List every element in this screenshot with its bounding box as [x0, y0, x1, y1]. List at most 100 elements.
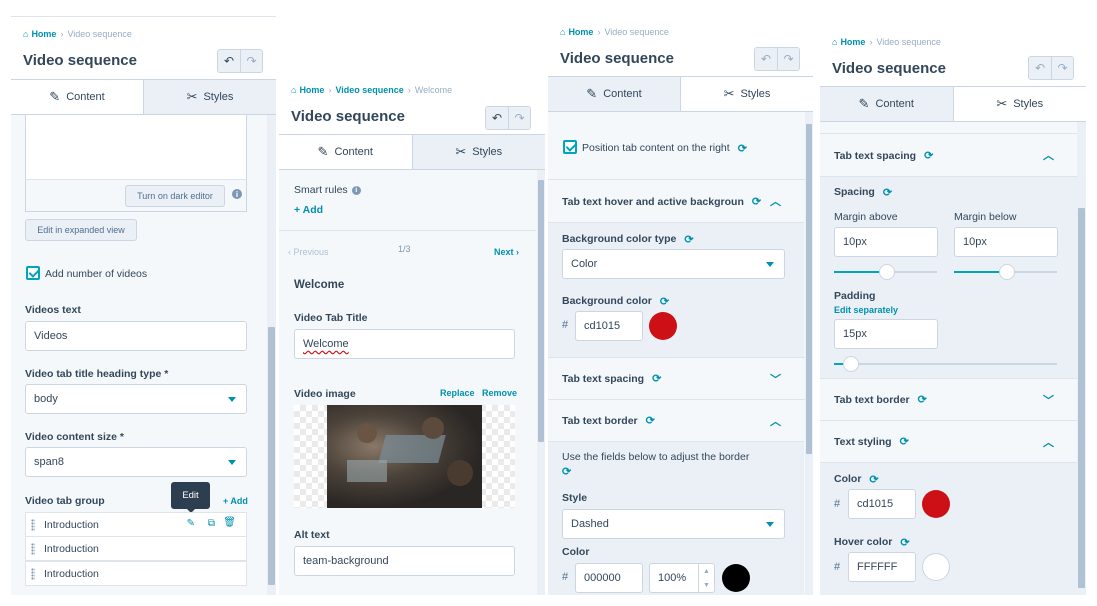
undo-icon[interactable]: ↶: [755, 48, 777, 70]
scrollbar-thumb[interactable]: [538, 180, 544, 442]
slider-handle[interactable]: [879, 264, 895, 280]
undo-icon[interactable]: ↶: [486, 107, 508, 129]
scrollbar[interactable]: [537, 170, 545, 595]
text-color-swatch[interactable]: [922, 490, 950, 518]
sync-icon[interactable]: ⟳: [900, 536, 909, 549]
tab-content[interactable]: ✎ Content: [820, 87, 953, 121]
edit-separately-link[interactable]: Edit separately: [834, 305, 898, 315]
redo-icon[interactable]: ↷: [508, 107, 530, 129]
chevron-up-icon[interactable]: ︿: [770, 413, 781, 429]
next-button[interactable]: Next ›: [494, 247, 519, 257]
sync-icon[interactable]: ⟳: [652, 372, 661, 385]
drag-handle-icon[interactable]: [31, 543, 35, 555]
position-right-checkbox[interactable]: [563, 140, 577, 154]
info-icon[interactable]: i: [232, 189, 242, 199]
sync-icon[interactable]: ⟳: [752, 195, 761, 208]
spacing-section-header[interactable]: Tab text spacing ⟳ ︿: [820, 133, 1086, 176]
sync-icon[interactable]: ⟳: [869, 473, 878, 486]
hover-color-input[interactable]: FFFFFF: [848, 552, 916, 582]
margin-above-input[interactable]: 10px: [834, 227, 938, 257]
hover-section-header[interactable]: Tab text hover and active backgroun ⟳ ︿: [548, 179, 813, 222]
border-color-input[interactable]: 000000: [575, 563, 643, 593]
previous-button[interactable]: ‹ Previous: [288, 247, 329, 257]
border-section-header[interactable]: Tab text border ⟳ ︿: [548, 399, 813, 441]
image-preview[interactable]: [294, 405, 515, 508]
opacity-input[interactable]: 100% ▲ ▼: [649, 563, 715, 593]
border-section-header[interactable]: Tab text border ⟳ ﹀: [820, 378, 1086, 420]
border-style-select[interactable]: Dashed: [562, 509, 785, 539]
breadcrumb-home[interactable]: ⌂ Home: [560, 27, 593, 37]
bg-type-select[interactable]: Color: [562, 249, 785, 279]
hover-color-swatch[interactable]: [922, 553, 950, 581]
sync-icon[interactable]: ⟳: [883, 186, 892, 199]
spacing-section-header[interactable]: Tab text spacing ⟳ ﹀: [548, 357, 813, 399]
tab-styles[interactable]: ✂ Styles: [143, 80, 276, 114]
list-item[interactable]: Introduction ✎ ⧉ 🗑: [25, 512, 247, 537]
bg-color-swatch[interactable]: [649, 312, 677, 340]
tab-content[interactable]: ✎ Content: [279, 135, 412, 169]
opacity-stepper[interactable]: ▲ ▼: [698, 564, 714, 592]
add-smart-rule-link[interactable]: + Add: [294, 204, 323, 216]
redo-icon[interactable]: ↷: [240, 50, 262, 72]
tab-styles[interactable]: ✂ Styles: [680, 77, 813, 111]
border-color-swatch[interactable]: [722, 564, 750, 592]
margin-above-slider[interactable]: [834, 264, 937, 280]
sync-icon[interactable]: ⟳: [918, 393, 927, 406]
chevron-up-icon[interactable]: ︿: [770, 193, 781, 209]
expanded-view-button[interactable]: Edit in expanded view: [25, 219, 137, 241]
slider-handle[interactable]: [999, 264, 1015, 280]
undo-icon[interactable]: ↶: [1029, 57, 1051, 79]
add-tab-link[interactable]: + Add: [223, 496, 248, 506]
chevron-up-icon[interactable]: ︿: [1043, 147, 1054, 163]
replace-link[interactable]: Replace: [440, 388, 475, 398]
list-item[interactable]: Introduction: [25, 536, 247, 561]
tab-title-input[interactable]: Welcome: [294, 329, 515, 359]
scrollbar-thumb[interactable]: [1078, 208, 1085, 588]
padding-slider[interactable]: [834, 356, 1057, 372]
content-size-select[interactable]: span8: [25, 447, 247, 477]
sync-icon[interactable]: ⟳: [900, 435, 909, 448]
videos-text-input[interactable]: Videos: [25, 321, 247, 351]
bg-color-input[interactable]: cd1015: [575, 311, 643, 341]
tab-content[interactable]: ✎ Content: [548, 77, 680, 111]
text-styling-section-header[interactable]: Text styling ⟳ ︿: [820, 420, 1086, 462]
drag-handle-icon[interactable]: [31, 519, 35, 531]
info-icon[interactable]: i: [351, 185, 361, 195]
redo-icon[interactable]: ↷: [1051, 57, 1073, 79]
margin-below-slider[interactable]: [954, 264, 1057, 280]
chevron-up-icon[interactable]: ︿: [1043, 434, 1054, 450]
trash-icon[interactable]: 🗑: [223, 517, 236, 528]
padding-input[interactable]: 15px: [834, 319, 938, 349]
scrollbar-thumb[interactable]: [268, 327, 275, 585]
remove-link[interactable]: Remove: [482, 388, 517, 398]
undo-icon[interactable]: ↶: [218, 50, 240, 72]
sync-icon[interactable]: ⟳: [660, 295, 669, 308]
tab-content[interactable]: ✎ Content: [11, 80, 143, 114]
redo-icon[interactable]: ↷: [777, 48, 799, 70]
breadcrumb-home[interactable]: ⌂ Home: [23, 29, 56, 39]
breadcrumb-home[interactable]: ⌂ Home: [832, 37, 865, 47]
text-color-input[interactable]: cd1015: [848, 489, 916, 519]
drag-handle-icon[interactable]: [31, 568, 35, 580]
sync-icon[interactable]: ⟳: [646, 414, 655, 427]
scrollbar[interactable]: [267, 115, 276, 595]
alt-text-input[interactable]: team-background: [294, 546, 515, 576]
pencil-icon[interactable]: ✎: [187, 518, 195, 529]
sync-icon[interactable]: ⟳: [738, 142, 747, 155]
heading-type-select[interactable]: body: [25, 384, 247, 414]
clone-icon[interactable]: ⧉: [208, 518, 215, 529]
list-item[interactable]: Introduction: [25, 561, 247, 586]
breadcrumb-home[interactable]: ⌂ Home: [291, 85, 324, 95]
margin-below-input[interactable]: 10px: [954, 227, 1058, 257]
chevron-down-icon[interactable]: ﹀: [1043, 392, 1054, 408]
slider-handle[interactable]: [843, 356, 859, 372]
scrollbar[interactable]: [1077, 122, 1086, 595]
sync-icon[interactable]: ⟳: [924, 149, 933, 162]
sync-icon[interactable]: ⟳: [562, 466, 571, 478]
scrollbar[interactable]: [805, 112, 813, 595]
breadcrumb-video-sequence[interactable]: Video sequence: [335, 85, 403, 95]
tab-styles[interactable]: ✂ Styles: [411, 135, 545, 169]
chevron-down-icon[interactable]: ﹀: [770, 371, 781, 387]
add-number-checkbox[interactable]: [26, 266, 40, 280]
tab-styles[interactable]: ✂ Styles: [952, 87, 1086, 121]
